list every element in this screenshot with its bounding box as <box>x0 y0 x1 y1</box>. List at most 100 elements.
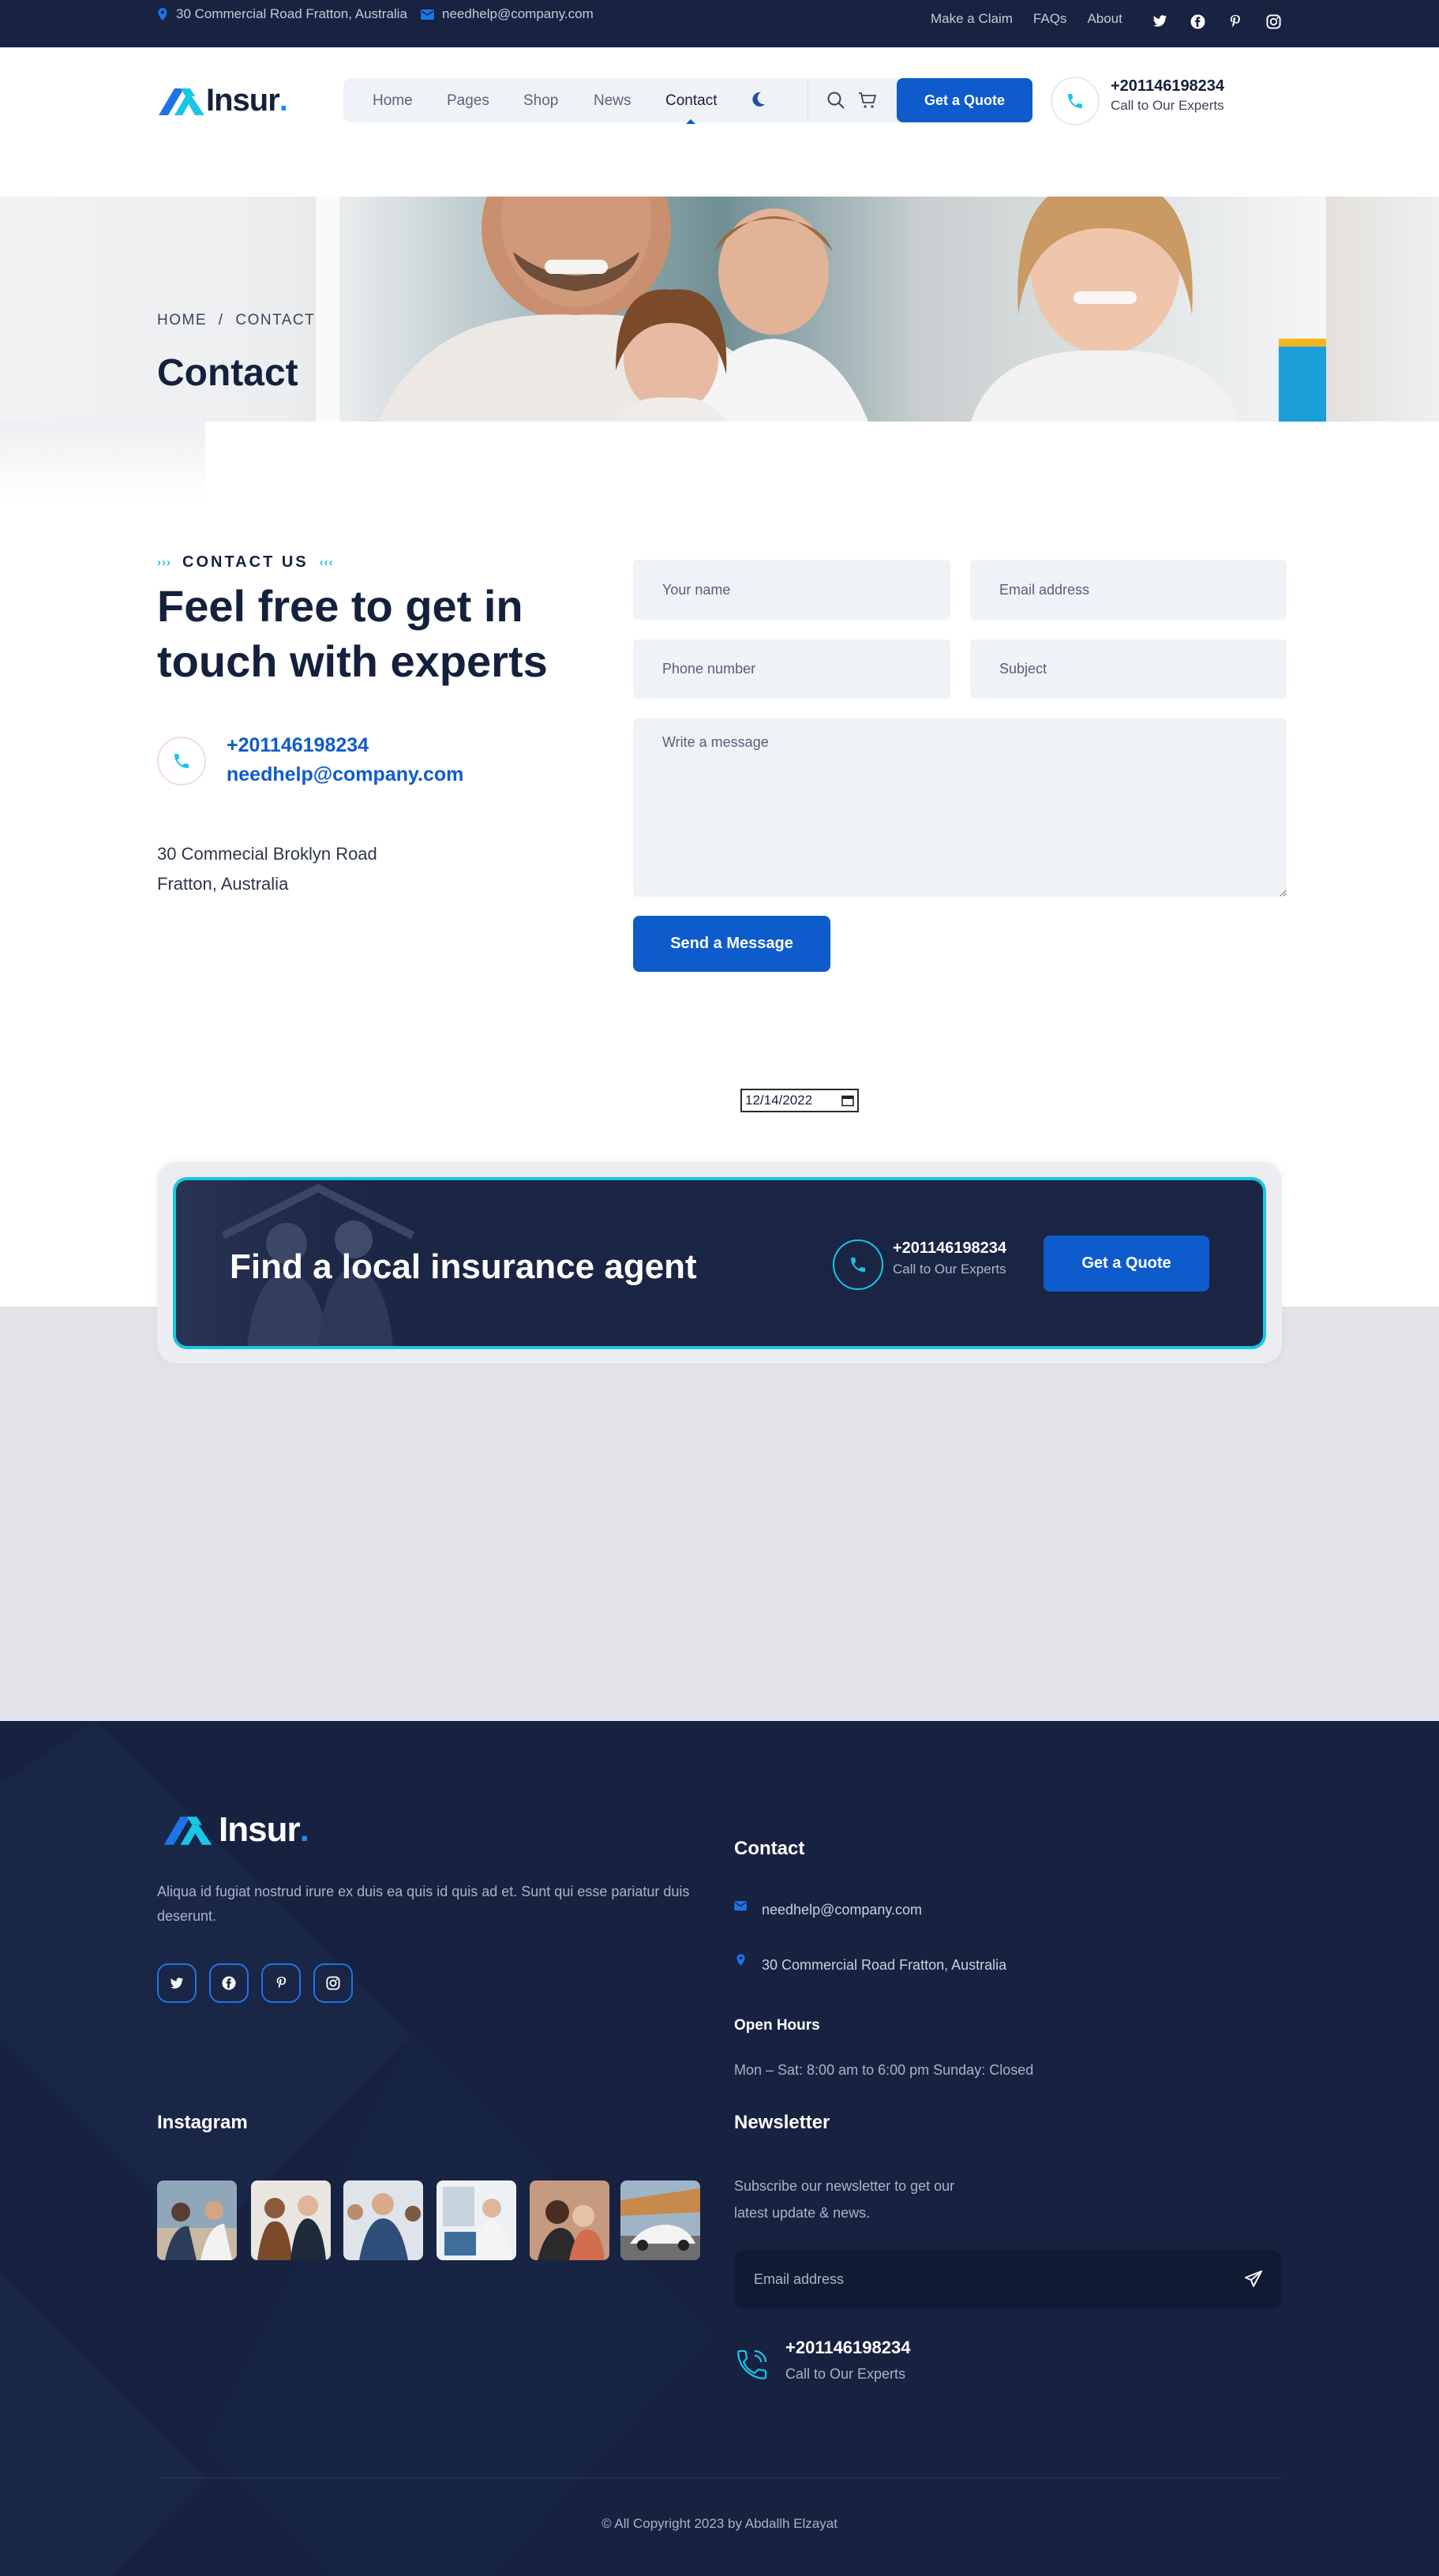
calendar-icon <box>841 1095 854 1107</box>
cta-phone-caption: Call to Our Experts <box>893 1262 1006 1277</box>
date-input[interactable]: 12/14/2022 <box>740 1089 859 1112</box>
gray-band <box>0 1307 1439 1721</box>
footer-twitter-button[interactable] <box>157 1963 197 2003</box>
page-title: Contact <box>157 352 298 394</box>
header-phone-circle[interactable] <box>1051 77 1100 126</box>
breadcrumb-home[interactable]: HOME <box>157 312 207 328</box>
contact-phone-circle <box>157 737 206 786</box>
topbar-email-text: needhelp@company.com <box>442 6 594 21</box>
footer-phone-number[interactable]: +201146198234 <box>785 2338 910 2358</box>
location-pin-icon <box>736 1954 745 1966</box>
search-icon[interactable] <box>826 91 845 114</box>
footer-copyright: © All Copyright 2023 by Abdallh Elzayat <box>601 2516 838 2531</box>
footer-divider <box>157 2477 1282 2478</box>
logo-dot: . <box>279 83 288 118</box>
header-phone-number[interactable]: +201146198234 <box>1111 77 1224 96</box>
instagram-icon[interactable] <box>1265 13 1282 30</box>
topbar-address-text: 30 Commercial Road Fratton, Australia <box>176 6 407 21</box>
instagram-icon <box>326 1976 340 1990</box>
footer-pinterest-button[interactable] <box>261 1963 301 2003</box>
footer-instagram-button[interactable] <box>313 1963 353 2003</box>
footer-logo-dot: . <box>299 1810 309 1849</box>
send-message-button[interactable]: Send a Message <box>633 916 830 972</box>
eyebrow-arrows-left-icon: ››› <box>157 556 171 569</box>
instagram-thumb-1[interactable] <box>157 2180 237 2260</box>
contact-email-link[interactable]: needhelp@company.com <box>227 763 463 786</box>
footer-newsletter-text-line1: Subscribe our newsletter to get our <box>734 2178 955 2194</box>
cta-title: Find a local insurance agent <box>230 1247 697 1286</box>
phone-icon <box>1068 94 1082 108</box>
name-input[interactable] <box>633 560 950 620</box>
dark-mode-moon-icon[interactable] <box>751 91 766 112</box>
eyebrow-text: CONTACT US <box>182 553 309 571</box>
date-input-value: 12/14/2022 <box>745 1093 813 1108</box>
nav-item-pages[interactable]: Pages <box>447 92 489 110</box>
footer-facebook-button[interactable] <box>209 1963 249 2003</box>
footer-logo[interactable]: Insur. <box>157 1810 309 1850</box>
pinterest-icon[interactable] <box>1227 13 1244 30</box>
site-logo[interactable]: Insur. <box>157 83 288 118</box>
footer-contact-heading: Contact <box>734 1838 805 1859</box>
header-get-quote-button[interactable]: Get a Quote <box>897 78 1032 122</box>
footer-about: Aliqua id fugiat nostrud irure ex duis e… <box>157 1884 690 1924</box>
hero-family-photo <box>316 197 1326 422</box>
pinterest-icon <box>276 1976 286 1989</box>
topbar-email[interactable]: needhelp@company.com <box>421 6 594 22</box>
footer-address: 30 Commercial Road Fratton, Australia <box>762 1957 1007 1973</box>
message-textarea[interactable] <box>633 718 1287 897</box>
instagram-thumb-4[interactable] <box>437 2180 516 2260</box>
logo-mark-icon <box>159 88 204 115</box>
contact-phone-link[interactable]: +201146198234 <box>227 734 369 757</box>
footer-logo-text: Insur <box>219 1810 301 1849</box>
logo-text: Insur <box>206 83 280 118</box>
contact-address-line2: Fratton, Australia <box>157 874 289 894</box>
nav-item-contact[interactable]: Contact <box>665 92 717 110</box>
instagram-thumb-2[interactable] <box>251 2180 331 2260</box>
eyebrow-arrows-right-icon: ‹‹‹ <box>319 556 334 569</box>
envelope-icon <box>421 9 434 20</box>
phone-call-icon <box>734 2346 770 2387</box>
email-input[interactable] <box>970 560 1287 620</box>
subject-input[interactable] <box>970 639 1287 699</box>
cta-phone-number[interactable]: +201146198234 <box>893 1239 1006 1258</box>
phone-icon <box>174 754 189 768</box>
breadcrumb-current: CONTACT <box>235 312 316 328</box>
footer-hours: Mon – Sat: 8:00 am to 6:00 pm Sunday: Cl… <box>734 2062 1034 2078</box>
contact-address-line1: 30 Commecial Broklyn Road <box>157 844 377 864</box>
top-bar: 30 Commercial Road Fratton, Australia ne… <box>0 0 1439 47</box>
footer-email-link[interactable]: needhelp@company.com <box>762 1898 922 1922</box>
topbar-link-about[interactable]: About <box>1087 11 1122 27</box>
send-paper-plane-icon[interactable] <box>1245 2270 1262 2292</box>
cta-get-quote-button[interactable]: Get a Quote <box>1044 1236 1209 1292</box>
footer-newsletter-text-line2: latest update & news. <box>734 2205 871 2221</box>
cart-icon[interactable] <box>858 91 877 114</box>
footer-newsletter-heading: Newsletter <box>734 2112 830 2133</box>
nav-item-shop[interactable]: Shop <box>523 92 558 110</box>
instagram-thumb-5[interactable] <box>530 2180 609 2260</box>
breadcrumb-separator: / <box>218 312 224 328</box>
section-eyebrow: ››› CONTACT US ‹‹‹ <box>157 553 334 572</box>
nav-item-home[interactable]: Home <box>373 92 413 110</box>
footer-newsletter-text: Subscribe our newsletter to get our late… <box>734 2173 954 2226</box>
newsletter-email-input[interactable] <box>734 2250 1282 2308</box>
hero-bottom-fade <box>0 422 205 501</box>
location-pin-icon <box>158 8 167 21</box>
instagram-thumb-6[interactable] <box>620 2180 700 2260</box>
breadcrumb: HOME / CONTACT <box>157 312 315 329</box>
topbar-link-make-claim[interactable]: Make a Claim <box>931 11 1013 27</box>
phone-input[interactable] <box>633 639 950 699</box>
twitter-icon[interactable] <box>1151 13 1168 30</box>
footer-phone-caption: Call to Our Experts <box>785 2366 906 2382</box>
topbar-links: Make a Claim FAQs About <box>931 11 1122 27</box>
facebook-icon[interactable] <box>1189 13 1206 30</box>
cta-phone-circle <box>833 1239 883 1290</box>
envelope-icon <box>734 1901 747 1910</box>
nav-item-news[interactable]: News <box>594 92 631 110</box>
instagram-thumb-3[interactable] <box>343 2180 423 2260</box>
topbar-link-faqs[interactable]: FAQs <box>1033 11 1067 27</box>
contact-heading: Feel free to get in touch with experts <box>157 581 548 686</box>
footer-hours-heading: Open Hours <box>734 2017 820 2034</box>
topbar-social <box>1151 13 1282 30</box>
topbar-address: 30 Commercial Road Fratton, Australia <box>157 6 407 22</box>
contact-address: 30 Commecial Broklyn Road Fratton, Austr… <box>157 839 377 899</box>
